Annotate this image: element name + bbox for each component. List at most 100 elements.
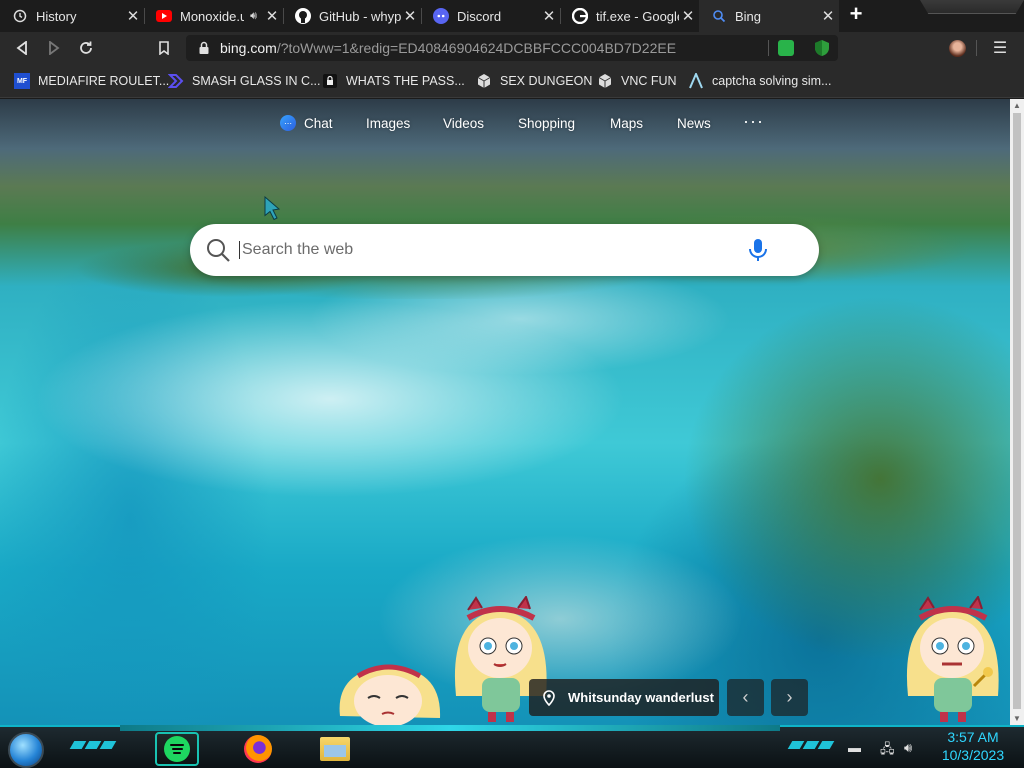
volume-icon[interactable]: 🔊︎ [904, 740, 912, 756]
menu-icon[interactable]: ☰ [990, 38, 1010, 58]
back-button[interactable] [10, 36, 34, 60]
nav-videos[interactable]: Videos [443, 113, 484, 133]
start-button[interactable] [8, 732, 44, 768]
tab-title: Monoxide.u [180, 8, 245, 24]
nav-label: Images [366, 115, 411, 131]
chevron-left-icon: ‹ [742, 687, 749, 707]
url-text: bing.com/?toWww=1&redig=ED40846904624DCB… [220, 40, 676, 56]
tab-bing[interactable]: Bing ✕ [699, 0, 839, 32]
system-clock[interactable]: 3:57 AM 10/3/2023 [936, 728, 1010, 764]
profile-avatar[interactable] [949, 40, 966, 57]
scroll-up-icon[interactable]: ▲ [1013, 101, 1021, 110]
cube-icon [597, 73, 613, 89]
bookmarks-bar: MF MEDIAFIRE ROULET... SMASH GLASS IN C.… [0, 64, 1024, 98]
url-path: /?toWww=1&redig=ED40846904624DCBBFCCC004… [276, 40, 677, 56]
tab-discord[interactable]: Discord ✕ [421, 0, 560, 32]
tab-youtube[interactable]: Monoxide.u 🔊︎ ✕ [144, 0, 283, 32]
close-icon[interactable]: ✕ [679, 7, 697, 25]
search-box[interactable] [190, 224, 819, 276]
show-hidden-icons-icon[interactable]: ▬ [848, 740, 861, 755]
file-explorer-icon [320, 737, 350, 761]
search-input[interactable] [239, 241, 719, 259]
nav-label: Maps [610, 115, 644, 131]
close-icon[interactable]: ✕ [263, 7, 281, 25]
nav-label: News [677, 115, 711, 131]
scroll-down-icon[interactable]: ▼ [1013, 714, 1021, 723]
bing-search-icon [711, 8, 727, 24]
mediafire-icon: MF [14, 73, 30, 89]
caption-text: Whitsunday wanderlust [568, 690, 714, 705]
clock-date: 10/3/2023 [941, 747, 1005, 763]
firefox-icon [244, 735, 272, 763]
history-icon [12, 8, 28, 24]
tab-strip: History ✕ Monoxide.u 🔊︎ ✕ GitHub - whypo… [0, 0, 1024, 32]
bookmark-label: SMASH GLASS IN C... [192, 74, 321, 88]
bookmark-smash-glass[interactable]: SMASH GLASS IN C... [168, 71, 321, 91]
close-icon[interactable]: ✕ [124, 7, 142, 25]
bookmark-whats-the-pass[interactable]: WHATS THE PASS... [322, 71, 465, 91]
scrollbar-thumb[interactable] [1013, 113, 1021, 709]
address-bar[interactable]: bing.com/?toWww=1&redig=ED40846904624DCB… [186, 35, 838, 61]
tab-title: Bing [735, 8, 762, 24]
next-image-button[interactable]: › [771, 679, 808, 716]
speaker-icon[interactable]: 🔊︎ [250, 10, 257, 23]
bookmark-label: SEX DUNGEON [500, 74, 593, 88]
bookmark-vnc-fun[interactable]: VNC FUN [597, 71, 677, 91]
search-icon[interactable] [205, 237, 231, 263]
more-menu-button[interactable]: ··· [743, 111, 764, 132]
nav-news[interactable]: News [677, 113, 711, 133]
location-pin-icon [543, 689, 555, 706]
star-character-sticker [339, 664, 441, 725]
nav-label: Shopping [518, 115, 576, 131]
spreadsheet-extension-icon[interactable] [778, 40, 794, 56]
close-icon[interactable]: ✕ [819, 7, 837, 25]
cube-icon [476, 73, 492, 89]
bookmark-captcha[interactable]: captcha solving sim... [688, 71, 832, 91]
tab-github[interactable]: GitHub - whypo ✕ [283, 0, 421, 32]
nav-label: Videos [443, 115, 485, 131]
forward-button[interactable] [42, 36, 66, 60]
bookmark-button[interactable] [152, 36, 176, 60]
bookmark-label: MEDIAFIRE ROULET... [38, 74, 170, 88]
bookmark-label: WHATS THE PASS... [346, 74, 465, 88]
image-caption-button[interactable]: Whitsunday wanderlust [529, 679, 719, 716]
nav-chat[interactable]: ⋯ Chat [280, 113, 333, 133]
taskbar-firefox[interactable] [236, 732, 280, 766]
tab-title: tif.exe - Google [596, 8, 679, 24]
discord-icon [433, 8, 449, 24]
taskbar-decoration [69, 741, 117, 749]
shield-extension-icon[interactable] [814, 39, 830, 57]
bing-homepage: ⋯ Chat Images Videos Shopping Maps News … [0, 99, 1010, 725]
bookmark-sex-dungeon[interactable]: SEX DUNGEON [476, 71, 592, 91]
tab-title: History [36, 8, 77, 24]
nav-shopping[interactable]: Shopping [518, 113, 575, 133]
nav-maps[interactable]: Maps [610, 113, 643, 133]
nav-images[interactable]: Images [366, 113, 410, 133]
chevron-logo-icon [168, 73, 184, 89]
lock-icon [322, 73, 338, 89]
bookmark-label: captcha solving sim... [712, 74, 832, 88]
youtube-icon [156, 8, 172, 24]
url-host: bing.com [220, 40, 277, 56]
github-icon [295, 8, 311, 24]
close-icon[interactable]: ✕ [540, 7, 558, 25]
lock-icon [199, 41, 209, 54]
bookmark-mediafire[interactable]: MF MEDIAFIRE ROULET... [14, 71, 169, 91]
microphone-icon[interactable] [745, 237, 771, 263]
previous-image-button[interactable]: ‹ [727, 679, 764, 716]
tab-google[interactable]: tif.exe - Google ✕ [560, 0, 699, 32]
taskbar: ▬ 🖧︎ 🔊︎ 3:57 AM 10/3/2023 [0, 725, 1024, 768]
page-scrollbar[interactable]: ▲ ▼ [1010, 99, 1024, 725]
taskbar-accent-band [120, 725, 780, 731]
close-icon[interactable]: ✕ [401, 7, 419, 25]
taskbar-decoration [787, 741, 835, 749]
network-icon[interactable]: 🖧︎ [880, 740, 895, 762]
taskbar-file-explorer[interactable] [313, 732, 357, 766]
tab-history[interactable]: History ✕ [0, 0, 144, 32]
reload-button[interactable] [74, 36, 98, 60]
new-tab-button[interactable]: + [845, 3, 867, 26]
clock-time: 3:57 AM [947, 729, 999, 745]
taskbar-spotify[interactable] [155, 732, 199, 766]
mouse-cursor-icon [264, 196, 281, 221]
forward-arrow-icon [49, 41, 60, 55]
